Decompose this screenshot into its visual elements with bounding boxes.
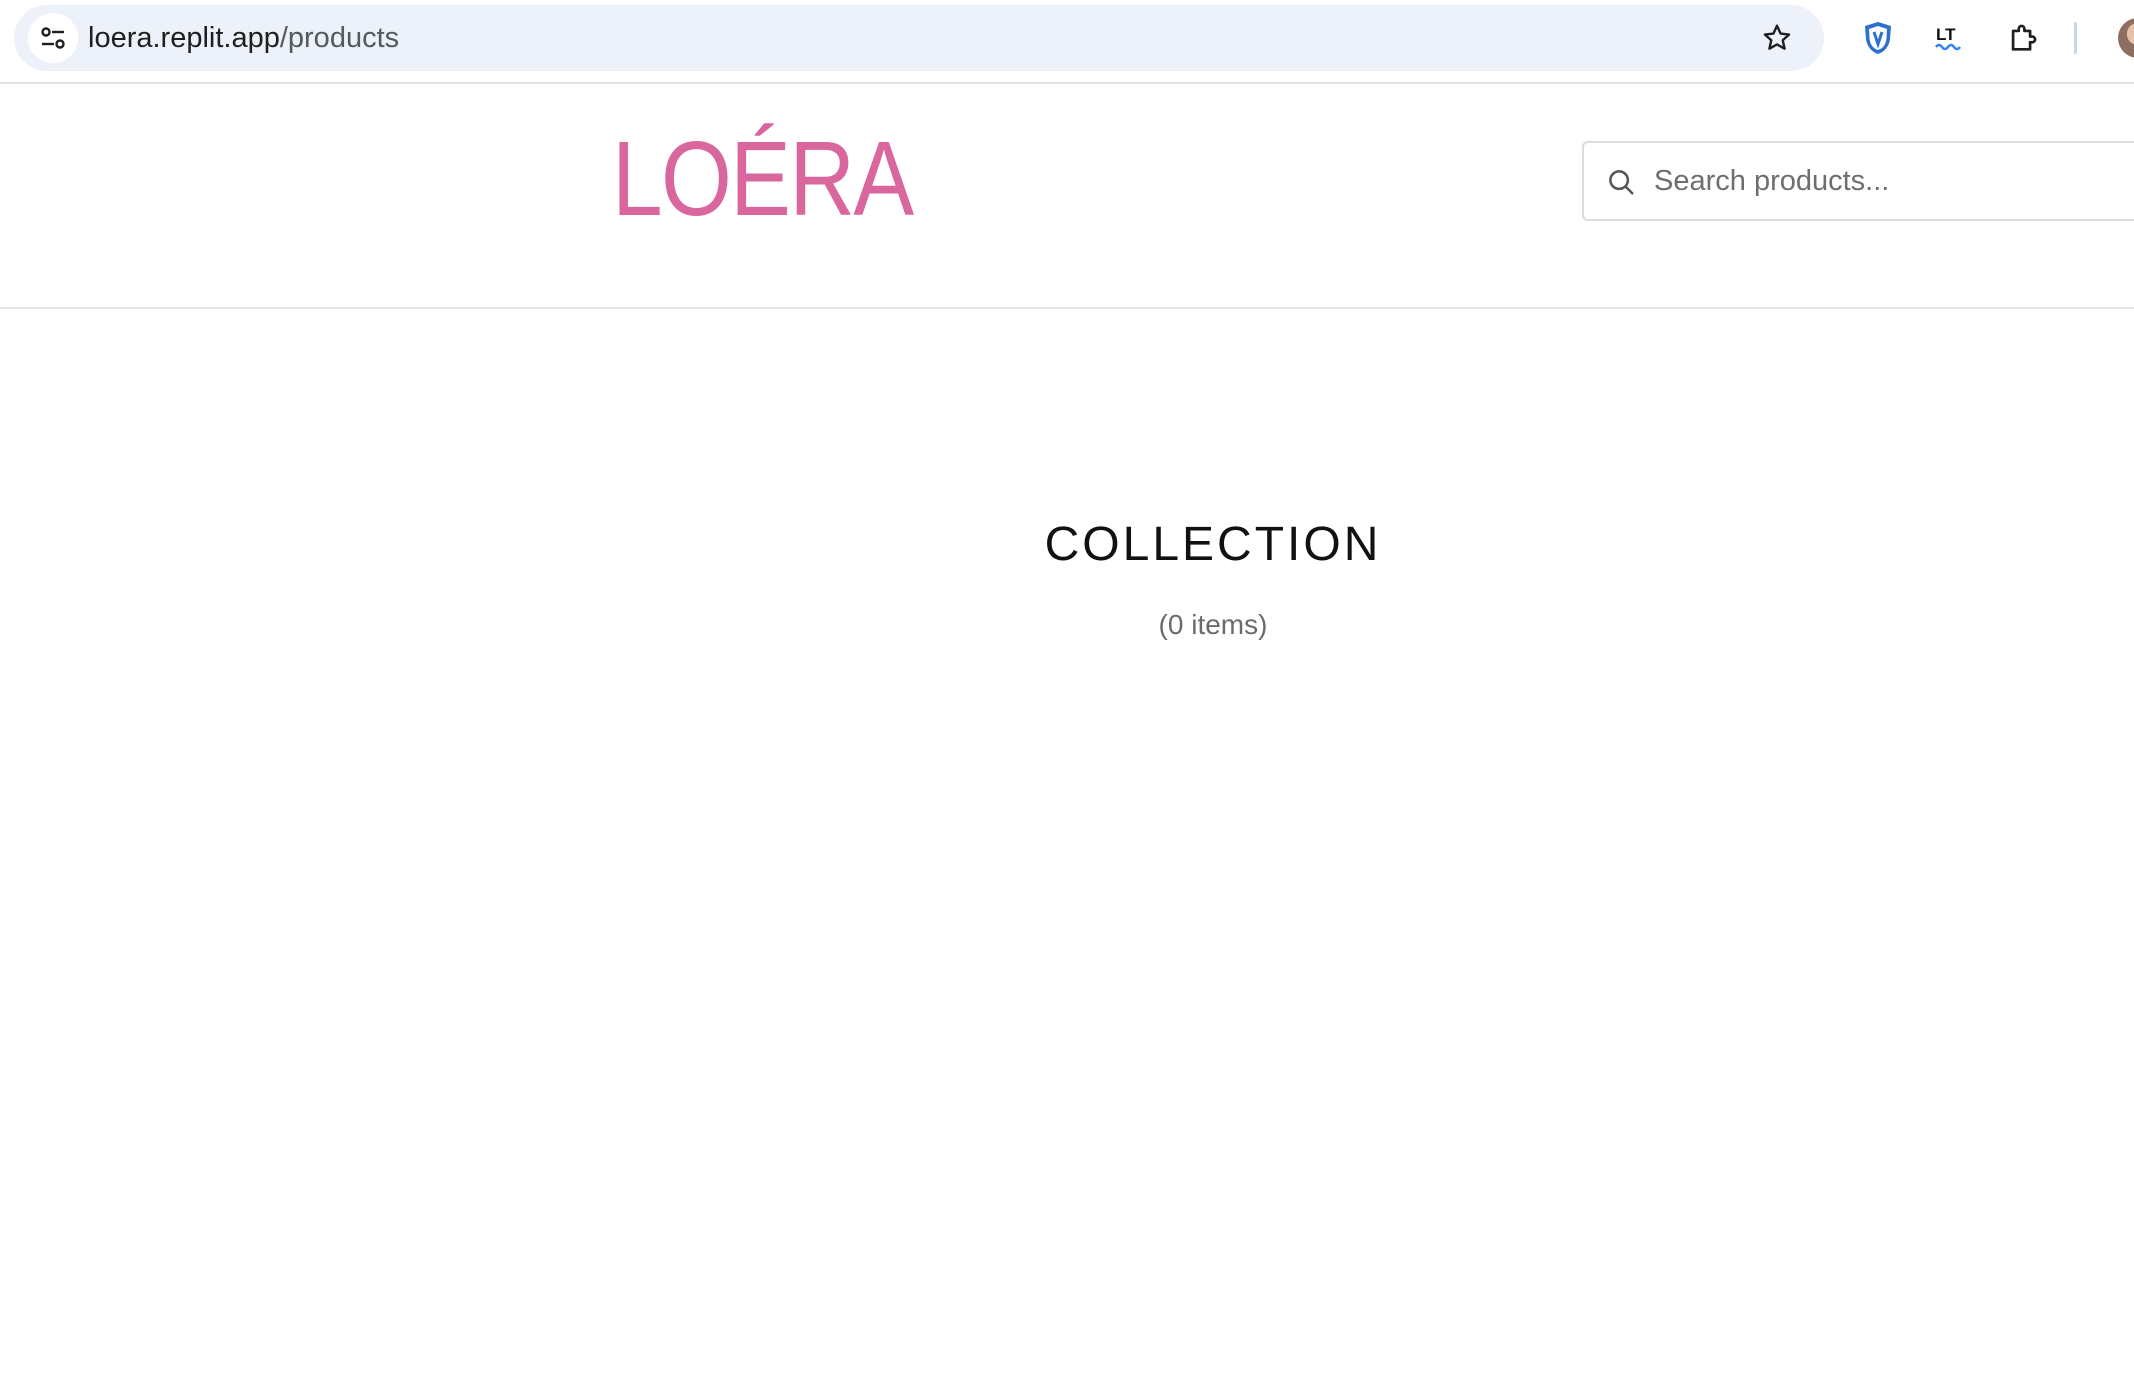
search-box[interactable] <box>1582 141 2134 221</box>
site-info-button[interactable] <box>28 13 78 63</box>
toolbar-divider <box>2074 22 2077 54</box>
page-title: COLLECTION <box>1044 518 1382 571</box>
svg-text:LT: LT <box>1936 25 1956 44</box>
tune-icon <box>41 27 65 49</box>
profile-avatar[interactable] <box>2118 18 2134 58</box>
shield-icon <box>1865 22 1891 54</box>
star-icon <box>1763 24 1791 50</box>
address-bar[interactable]: loera.replit.app/products <box>14 5 1824 71</box>
url-text[interactable]: loera.replit.app/products <box>88 5 399 71</box>
brand-logo[interactable]: LOÉRA <box>612 126 914 232</box>
extensions-menu-button[interactable] <box>1997 12 2049 64</box>
search-input[interactable] <box>1654 143 2134 219</box>
browser-toolbar: loera.replit.app/products LT <box>0 0 2134 84</box>
extension-shield-button[interactable] <box>1852 12 1904 64</box>
languagetool-icon: LT <box>1934 25 1962 51</box>
main-content: COLLECTION (0 items) <box>0 311 2134 1386</box>
puzzle-icon <box>2011 24 2037 51</box>
url-path: /products <box>279 22 400 54</box>
site-header: LOÉRA <box>0 86 2134 309</box>
search-icon <box>1609 170 1634 195</box>
bookmark-button[interactable] <box>1754 15 1800 61</box>
extension-languagetool-button[interactable]: LT <box>1924 12 1976 64</box>
url-host: loera.replit.app <box>88 22 280 54</box>
item-count: (0 items) <box>1158 609 1268 640</box>
